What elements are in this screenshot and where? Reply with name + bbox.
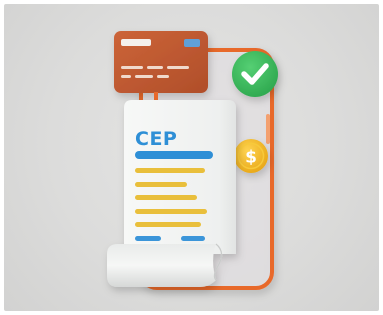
illustration-canvas: $ CEP <box>4 4 379 311</box>
credit-card-icon <box>114 31 208 93</box>
checkmark-icon <box>232 51 278 97</box>
dollar-coin-icon: $ <box>234 139 268 173</box>
svg-text:$: $ <box>245 148 257 168</box>
payment-receipt-illustration: $ CEP <box>107 31 278 290</box>
receipt-blue-bar <box>135 151 213 159</box>
receipt-roll <box>107 244 216 287</box>
receipt-heading: CEP <box>135 128 177 150</box>
